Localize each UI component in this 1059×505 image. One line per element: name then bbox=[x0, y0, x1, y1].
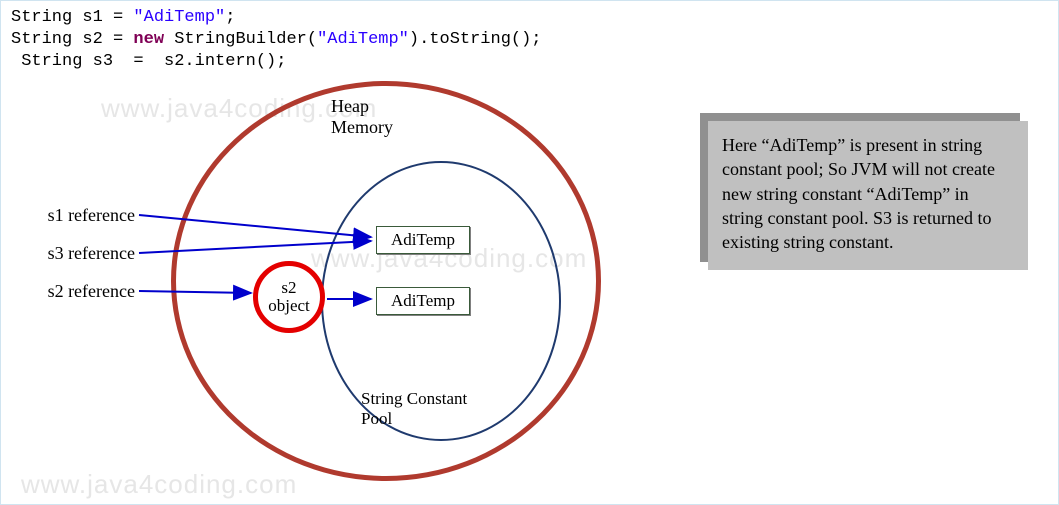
pool-constant-aditemp-2: AdiTemp bbox=[376, 287, 470, 315]
s2-object-circle: s2 object bbox=[253, 261, 325, 333]
pool-constant-aditemp-1: AdiTemp bbox=[376, 226, 470, 254]
code-snippet: String s1 = "AdiTemp"; String s2 = new S… bbox=[1, 1, 1058, 79]
s3-reference-label: s3 reference bbox=[15, 243, 135, 264]
memory-diagram: Heap Memory String Constant Pool s2 obje… bbox=[1, 81, 661, 501]
string-constant-pool-label: String Constant Pool bbox=[361, 389, 467, 428]
s1-reference-label: s1 reference bbox=[15, 205, 135, 226]
s2-reference-label: s2 reference bbox=[15, 281, 135, 302]
heap-memory-label: Heap Memory bbox=[331, 96, 393, 137]
explanation-callout: Here “AdiTemp” is present in string cons… bbox=[708, 121, 1028, 270]
